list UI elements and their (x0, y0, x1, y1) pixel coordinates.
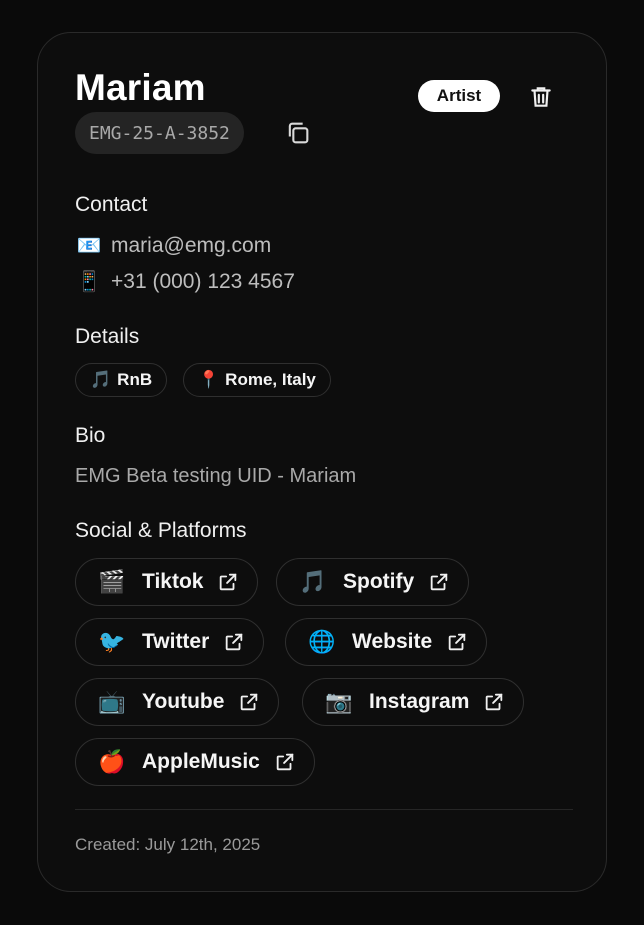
music-note-icon: 🎵 (299, 569, 327, 594)
contact-heading: Contact (75, 193, 148, 216)
external-link-icon (486, 693, 503, 711)
platform-link-twitter[interactable]: 🐦 Twitter (75, 618, 265, 666)
platform-link-spotify[interactable]: 🎵 Spotify (276, 558, 470, 606)
globe-icon: 🌐 (308, 629, 336, 654)
platform-label: Youtube (142, 690, 225, 713)
bird-icon: 🐦 (98, 629, 126, 654)
phone-line: 📱 +31 (000) 123 4567 (75, 269, 295, 294)
bio-text: EMG Beta testing UID - Mariam (75, 465, 357, 487)
artist-card: Mariam EMG-25-A-3852 Artist Contact 📧 ma… (37, 32, 607, 892)
copy-uid-button[interactable] (284, 119, 312, 147)
role-badge: Artist (418, 80, 500, 112)
created-date: Created: July 12th, 2025 (75, 835, 261, 854)
platform-label: Spotify (343, 570, 415, 593)
platform-link-tiktok[interactable]: 🎬 Tiktok (75, 558, 259, 606)
platform-link-youtube[interactable]: 📺 Youtube (75, 678, 280, 726)
platform-label: Twitter (142, 630, 210, 653)
genre-label: RnB (117, 370, 153, 389)
phone-icon: 📱 (76, 271, 102, 293)
platform-label: Instagram (369, 690, 470, 713)
platform-link-applemusic[interactable]: 🍎 AppleMusic (75, 738, 315, 786)
platform-link-instagram[interactable]: 📷 Instagram (302, 678, 525, 726)
television-icon: 📺 (98, 689, 126, 714)
copy-icon (288, 122, 309, 144)
apple-icon: 🍎 (98, 749, 126, 774)
location-label: Rome, Italy (225, 370, 316, 389)
trash-icon (531, 87, 551, 107)
pin-icon: 📍 (198, 370, 220, 389)
social-heading: Social & Platforms (75, 519, 247, 542)
delete-button[interactable] (528, 84, 554, 110)
artist-name: Mariam (75, 67, 206, 108)
email-value: maria@emg.com (111, 233, 272, 257)
platform-label: Tiktok (142, 570, 204, 593)
email-line: 📧 maria@emg.com (75, 233, 272, 258)
platform-label: AppleMusic (142, 750, 260, 773)
external-link-icon (448, 633, 466, 651)
music-note-icon: 🎵 (90, 370, 112, 389)
camera-icon: 📷 (325, 689, 353, 714)
external-link-icon (241, 693, 258, 711)
external-link-icon (220, 573, 237, 591)
phone-value: +31 (000) 123 4567 (111, 269, 295, 293)
email-icon: 📧 (76, 235, 102, 257)
external-link-icon (226, 633, 243, 651)
external-link-icon (276, 753, 294, 771)
genre-tag: 🎵 RnB (75, 363, 168, 397)
clapper-icon: 🎬 (98, 569, 126, 594)
platform-label: Website (352, 630, 433, 653)
divider (75, 809, 573, 810)
external-link-icon (430, 573, 448, 591)
bio-heading: Bio (75, 424, 106, 447)
location-tag: 📍 Rome, Italy (183, 363, 331, 397)
platform-link-website[interactable]: 🌐 Website (285, 618, 488, 666)
uid-badge: EMG-25-A-3852 (75, 112, 244, 154)
details-heading: Details (75, 325, 140, 348)
